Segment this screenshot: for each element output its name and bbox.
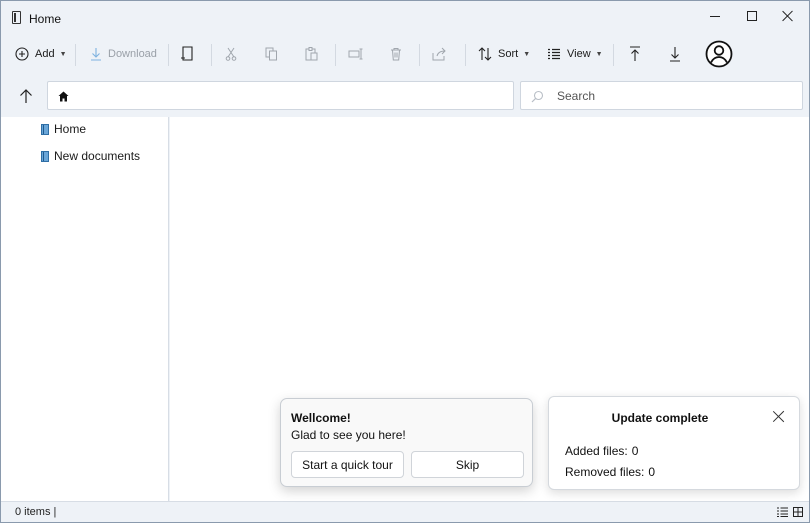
arrow-up-icon [20, 89, 32, 103]
added-files-row: Added files: 0 [565, 444, 638, 458]
paste-button[interactable] [305, 35, 318, 73]
share-icon [432, 47, 446, 61]
add-label: Add [35, 48, 55, 60]
toolbar-separator [168, 44, 169, 66]
skip-button[interactable]: Skip [411, 451, 524, 478]
title-bar: Home [1, 1, 809, 35]
welcome-popup: Wellcome! Glad to see you here! Start a … [280, 398, 533, 487]
chevron-down-icon: ▼ [595, 50, 603, 58]
document-icon [41, 123, 49, 135]
rename-button[interactable] [348, 35, 364, 73]
new-folder-button[interactable] [180, 35, 194, 73]
view-button[interactable]: View ▼ [547, 35, 603, 73]
toolbar-separator [335, 44, 336, 66]
status-bar: 0 items | [1, 501, 809, 522]
chevron-down-icon: ▼ [523, 50, 531, 58]
maximize-button[interactable] [732, 1, 772, 31]
delete-button[interactable] [390, 35, 402, 73]
user-avatar-icon [705, 40, 733, 68]
nav-item-label: Home [54, 122, 87, 136]
tiles-view-icon[interactable] [793, 507, 803, 517]
navigate-up-button[interactable] [15, 85, 37, 107]
document-icon [41, 150, 49, 162]
navigation-pane: Home New documents [1, 117, 169, 501]
close-icon [782, 10, 794, 22]
details-view-icon[interactable] [777, 507, 788, 517]
update-title: Update complete [611, 411, 709, 425]
window-title: Home [29, 12, 62, 26]
delete-icon [391, 48, 401, 61]
add-button[interactable]: Add ▼ [15, 35, 67, 73]
upload-button[interactable] [629, 35, 641, 73]
nav-item-new-documents[interactable]: New documents [41, 147, 140, 165]
toolbar-separator [613, 44, 614, 66]
rename-icon [348, 48, 363, 60]
welcome-title: Wellcome! [291, 411, 351, 425]
toolbar-separator [465, 44, 466, 66]
item-count: 0 items | [15, 506, 57, 518]
close-window-button[interactable] [768, 1, 808, 31]
cut-icon [225, 47, 237, 61]
search-icon [531, 90, 544, 103]
paste-icon [305, 47, 318, 61]
share-button[interactable] [432, 35, 447, 73]
address-bar[interactable] [47, 81, 514, 110]
toolbar-separator [75, 44, 76, 66]
close-notification-icon[interactable] [771, 409, 787, 425]
view-label: View [567, 48, 591, 60]
app-document-icon [12, 11, 21, 24]
removed-files-label: Removed files: [565, 465, 645, 479]
chevron-down-icon: ▼ [59, 50, 67, 58]
minimize-icon [710, 15, 720, 17]
sort-button[interactable]: Sort ▼ [478, 35, 530, 73]
new-folder-icon [181, 46, 193, 61]
cut-button[interactable] [225, 35, 237, 73]
sort-label: Sort [498, 48, 519, 60]
download-icon [91, 48, 101, 61]
search-box[interactable] [520, 81, 803, 110]
minimize-button[interactable] [695, 1, 735, 31]
start-tour-button[interactable]: Start a quick tour [291, 451, 404, 478]
plus-circle-icon [15, 47, 29, 61]
nav-item-home[interactable]: Home [41, 120, 86, 138]
toolbar: Add ▼ Download Sort ▼ View ▼ [1, 35, 809, 73]
welcome-message: Glad to see you here! [291, 428, 406, 442]
copy-icon [265, 47, 277, 61]
update-notification: Update complete Added files: 0 Removed fi… [548, 396, 800, 490]
list-view-icon [548, 48, 560, 59]
removed-files-row: Removed files: 0 [565, 465, 655, 479]
maximize-icon [747, 11, 757, 21]
download-button[interactable]: Download [90, 35, 157, 73]
user-account-button[interactable] [705, 35, 733, 73]
file-manager-window: Home Add ▼ Download Sort ▼ View ▼ Search… [0, 0, 810, 523]
removed-files-value: 0 [648, 465, 656, 479]
sort-icon [478, 47, 492, 61]
download-label: Download [108, 48, 157, 60]
upload-icon [630, 46, 640, 61]
download-arrow-button[interactable] [669, 35, 681, 73]
home-icon[interactable] [58, 91, 69, 102]
toolbar-separator [419, 44, 420, 66]
nav-item-label: New documents [54, 149, 141, 163]
download-arrow-icon [670, 47, 680, 62]
added-files-value: 0 [631, 444, 639, 458]
toolbar-separator [211, 44, 212, 66]
added-files-label: Added files: [565, 444, 628, 458]
copy-button[interactable] [265, 35, 278, 73]
search-input[interactable] [557, 88, 787, 104]
